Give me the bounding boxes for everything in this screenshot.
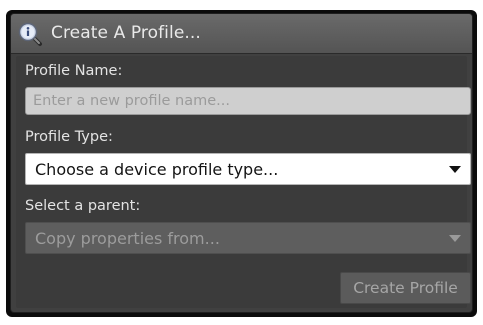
title-bar[interactable]: Create A Profile... (11, 14, 472, 54)
profile-name-input[interactable] (25, 87, 471, 115)
parent-selected-value: Copy properties from... (35, 229, 220, 248)
parent-dropdown[interactable]: Copy properties from... (25, 222, 471, 254)
profile-type-selected-value: Choose a device profile type... (35, 160, 279, 179)
profile-name-label: Profile Name: (25, 63, 123, 79)
chevron-down-icon (449, 235, 461, 242)
parent-label: Select a parent: (25, 198, 141, 214)
dialog-body: Profile Name: Profile Type: Choose a dev… (16, 56, 471, 308)
dialog-title: Create A Profile... (51, 23, 201, 43)
chevron-down-icon (449, 166, 461, 173)
magnifier-info-icon (17, 21, 43, 47)
profile-type-label: Profile Type: (25, 129, 113, 145)
create-profile-button[interactable]: Create Profile (340, 272, 471, 304)
create-profile-dialog: Create A Profile... Profile Name: Profil… (10, 13, 473, 313)
profile-type-dropdown[interactable]: Choose a device profile type... (25, 153, 471, 185)
dialog-frame: Create A Profile... Profile Name: Profil… (6, 10, 477, 317)
